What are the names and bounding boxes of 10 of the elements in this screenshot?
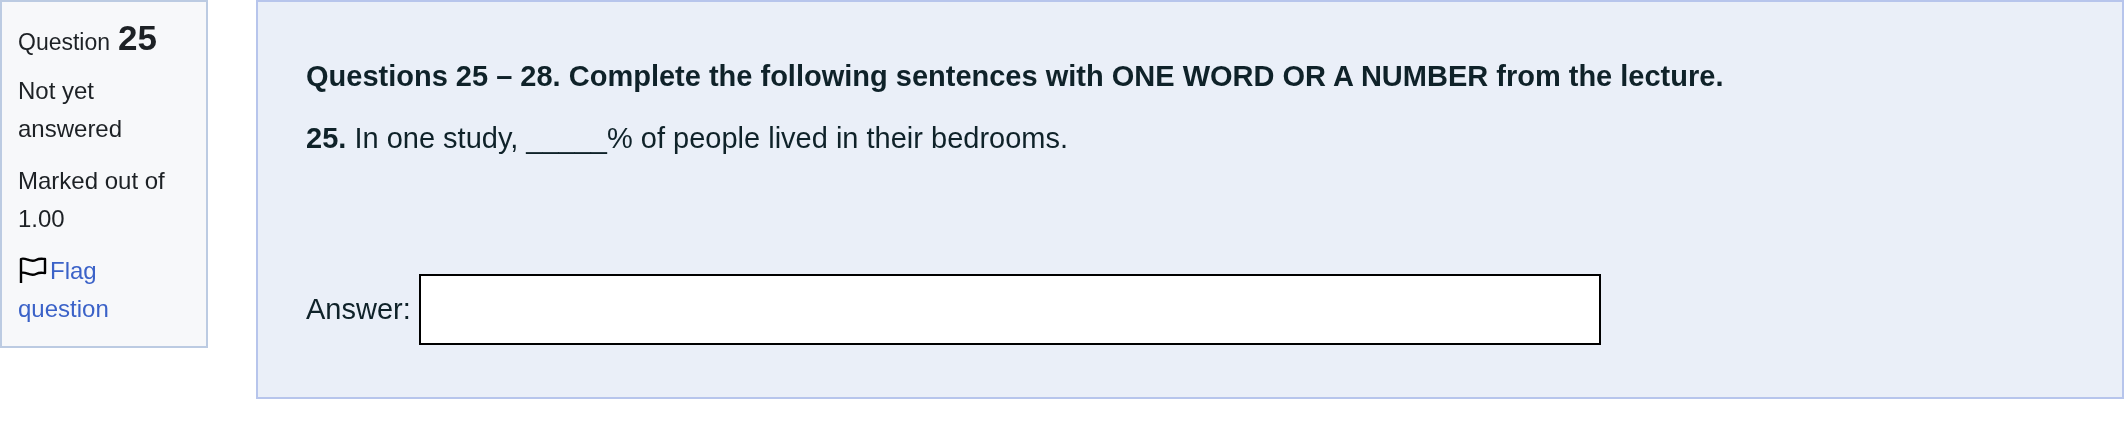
answer-field[interactable] — [418, 274, 1601, 345]
flag-question-link[interactable]: Flag question — [18, 252, 190, 328]
answer-status: Not yet answered — [18, 76, 124, 144]
question-text: 25. In one study, _____% of people lived in their bedrooms. — [306, 121, 1070, 156]
flag-icon[interactable] — [18, 255, 48, 285]
answer-label: Answer: — [306, 293, 411, 326]
question-heading: Questions 25 – 28. Complete the following sentences with ONE WORD OR A NUMBER from the lecture. — [306, 59, 1725, 94]
question-label: Question — [18, 29, 111, 56]
marks-text: Marked out of 1.00 — [18, 166, 166, 234]
question-number: 25 — [118, 18, 157, 58]
